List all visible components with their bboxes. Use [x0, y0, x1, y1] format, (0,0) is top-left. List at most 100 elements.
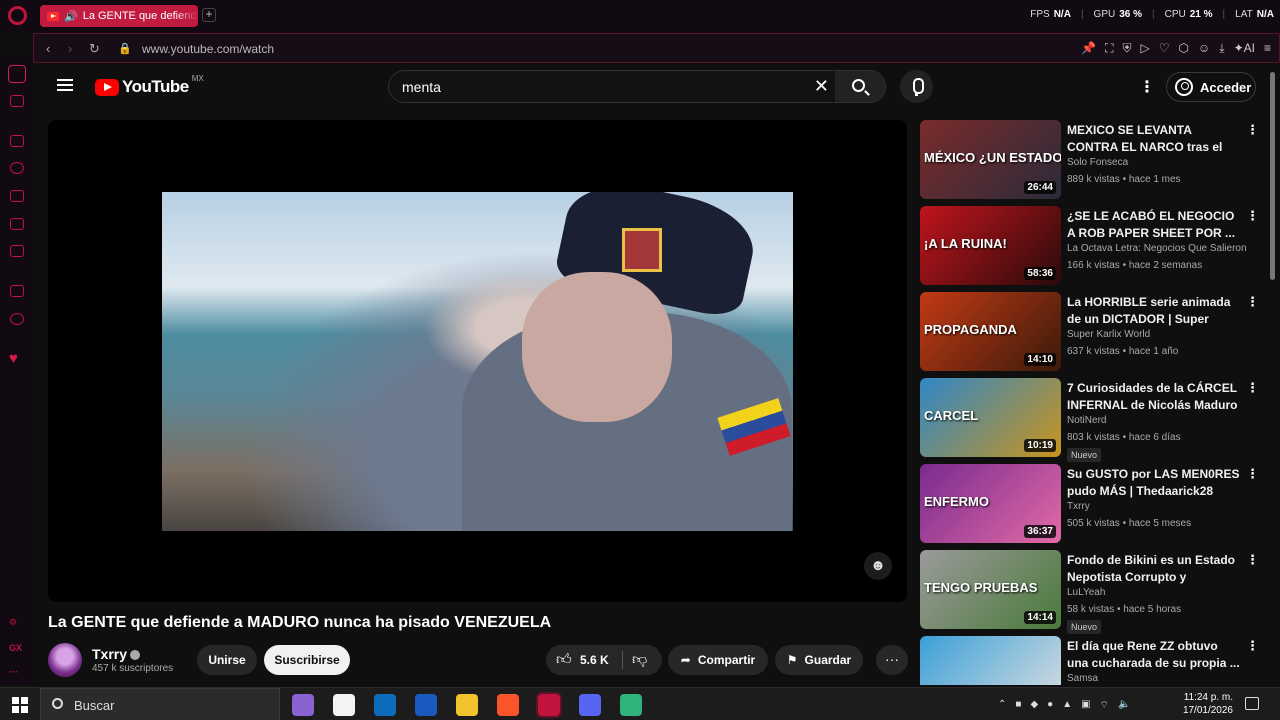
gamepad-icon[interactable] — [10, 95, 24, 107]
search-box[interactable]: menta ✕ — [388, 70, 886, 103]
recommendation-channel[interactable]: NotiNerd — [1067, 415, 1247, 426]
snapshot-icon[interactable]: ⛶ — [1105, 41, 1113, 56]
network-icon[interactable]: ⌔ — [1100, 699, 1109, 712]
mail-icon[interactable] — [10, 135, 24, 147]
new-tab-button[interactable]: + — [202, 8, 216, 22]
like-count[interactable]: 5.6 K — [580, 653, 609, 667]
taskbar-store-icon[interactable] — [333, 694, 355, 716]
gx-corner-label[interactable]: GX — [9, 643, 22, 653]
pin-icon[interactable]: 📌 — [1081, 41, 1096, 56]
tray-app-icon[interactable]: ● — [1047, 699, 1053, 712]
video-player[interactable]: ☻ — [48, 120, 907, 602]
download-icon[interactable]: ⤓ — [1219, 41, 1224, 56]
speaker-icon[interactable]: 🔊 — [64, 10, 78, 23]
like-icon[interactable]: 👍︎ — [556, 651, 572, 669]
recommendation-title[interactable]: El día que Rene ZZ obtuvo una cucharada … — [1067, 638, 1241, 672]
tray-app-icon[interactable]: ▲ — [1062, 699, 1072, 712]
reload-icon[interactable]: ↻ — [89, 41, 100, 57]
taskbar-copilot-icon[interactable] — [292, 694, 314, 716]
sidebar-more-icon[interactable]: ··· — [9, 667, 18, 677]
settings-kebab-icon[interactable]: ⋮ — [1139, 77, 1155, 97]
save-button[interactable]: ⚑ Guardar — [775, 645, 863, 675]
recommendation-channel[interactable]: Super Karlix World — [1067, 329, 1247, 340]
extensions-icon[interactable]: ⬡ — [1179, 41, 1189, 56]
forward-icon[interactable]: › — [68, 41, 72, 56]
recommendation-title[interactable]: Su GUSTO por LAS MEN0RES pudo MÁS | Thed… — [1067, 466, 1241, 500]
recommendation-menu-icon[interactable]: ⋮ — [1246, 380, 1259, 396]
ai-icon[interactable]: ✦AI — [1234, 41, 1255, 56]
opera-gx-logo-icon[interactable] — [8, 6, 27, 25]
recommendation-menu-icon[interactable]: ⋮ — [1246, 638, 1259, 654]
recommendation-card[interactable]: TENGO PRUEBAS 14:14 Fondo de Bikini es un … — [920, 550, 1260, 634]
recommendation-card[interactable]: El día que Rene ZZ obtuvo una cucharada … — [920, 636, 1260, 685]
url-field[interactable]: www.youtube.com/watch — [142, 42, 274, 56]
youtube-logo[interactable]: YouTube MX — [95, 74, 204, 97]
join-button[interactable]: Unirse — [197, 645, 257, 675]
video-thumbnail[interactable]: TENGO PRUEBAS 14:14 — [920, 550, 1061, 629]
taskbar-brave-icon[interactable] — [497, 694, 519, 716]
channel-name[interactable]: Txrry — [92, 646, 141, 662]
taskbar-word-icon[interactable] — [415, 694, 437, 716]
tray-app-icon[interactable]: ▣ — [1081, 699, 1090, 712]
deals-icon[interactable] — [10, 218, 24, 230]
recommendation-channel[interactable]: Txrry — [1067, 501, 1247, 512]
recommendation-title[interactable]: ¿SE LE ACABÓ EL NEGOCIO A ROB PAPER SHEE… — [1067, 208, 1241, 242]
recommendation-channel[interactable]: LuLYeah — [1067, 587, 1247, 598]
play-icon[interactable]: ▷ — [1141, 41, 1150, 56]
avatar[interactable] — [48, 643, 82, 677]
signin-button[interactable]: Acceder — [1166, 72, 1256, 102]
recommendation-title[interactable]: La HORRIBLE serie animada de un DICTADOR… — [1067, 294, 1241, 328]
recommendation-card[interactable]: PROPAGANDA 14:10 La HORRIBLE serie animada… — [920, 292, 1260, 372]
taskbar-clock[interactable]: 11:24 p. m. 17/01/2026 — [1175, 691, 1233, 717]
recommendation-channel[interactable]: Solo Fonseca — [1067, 157, 1247, 168]
favorites-heart-icon[interactable]: ♥ — [9, 350, 18, 367]
recommendation-title[interactable]: MEXICO SE LEVANTA CONTRA EL NARCO tras e… — [1067, 122, 1241, 156]
recommendation-menu-icon[interactable]: ⋮ — [1246, 552, 1259, 568]
video-thumbnail[interactable]: ENFERMO 36:37 — [920, 464, 1061, 543]
voice-search-button[interactable] — [900, 70, 933, 103]
tab-active[interactable]: 🔊 La GENTE que defiende — [40, 5, 198, 27]
windows-start-icon[interactable] — [12, 697, 28, 713]
recommendation-menu-icon[interactable]: ⋮ — [1246, 122, 1259, 138]
taskbar-explorer-icon[interactable] — [456, 694, 478, 716]
store-icon[interactable] — [10, 190, 24, 202]
tray-chevron-icon[interactable]: ⌃ — [998, 699, 1006, 712]
news-icon[interactable] — [10, 245, 24, 257]
taskbar-search[interactable]: Buscar — [40, 688, 280, 720]
recommendation-channel[interactable]: Samsa — [1067, 673, 1247, 684]
profile-icon[interactable]: ☺ — [1198, 41, 1210, 56]
search-input[interactable]: menta — [402, 79, 441, 95]
search-button[interactable] — [835, 71, 885, 102]
video-frame[interactable] — [162, 192, 793, 531]
taskbar-outlook-icon[interactable] — [374, 694, 396, 716]
video-thumbnail[interactable]: ¡A LA RUINA! 58:36 — [920, 206, 1061, 285]
recommendation-menu-icon[interactable]: ⋮ — [1246, 294, 1259, 310]
recommendation-card[interactable]: ¡A LA RUINA! 58:36 ¿SE LE ACABÓ EL NEGOCIO… — [920, 206, 1260, 286]
lock-icon[interactable]: 🔒 — [118, 42, 132, 55]
menu-icon[interactable]: ≡ — [1264, 41, 1271, 56]
recommendation-card[interactable]: ENFERMO 36:37 Su GUSTO por LAS MEN0RES pud… — [920, 464, 1260, 544]
video-thumbnail[interactable]: CARCEL 10:19 — [920, 378, 1061, 457]
heart-icon[interactable]: ♡ — [1159, 41, 1170, 56]
notifications-icon[interactable] — [1245, 697, 1259, 710]
tray-app-icon[interactable]: ◆ — [1030, 699, 1038, 712]
settings-icon[interactable]: ⚙ — [9, 617, 17, 628]
clear-search-icon[interactable]: ✕ — [814, 76, 829, 97]
taskbar-discord-icon[interactable] — [579, 694, 601, 716]
video-thumbnail[interactable]: PROPAGANDA 14:10 — [920, 292, 1061, 371]
recommendation-menu-icon[interactable]: ⋮ — [1246, 466, 1259, 482]
more-actions-button[interactable]: ··· — [876, 645, 908, 675]
twitch-icon[interactable] — [10, 285, 24, 297]
recommendation-title[interactable]: Fondo de Bikini es un Estado Nepotista C… — [1067, 552, 1241, 586]
recommendation-card[interactable]: CARCEL 10:19 7 Curiosidades de la CÁRCEL I… — [920, 378, 1260, 462]
whatsapp-icon[interactable] — [10, 313, 24, 325]
video-thumbnail[interactable]: MÉXICO ¿UN ESTADO FALL 26:44 — [920, 120, 1061, 199]
recommendation-title[interactable]: 7 Curiosidades de la CÁRCEL INFERNAL de … — [1067, 380, 1241, 414]
volume-icon[interactable]: 🔈 — [1118, 699, 1130, 712]
shield-icon[interactable]: ⛨ — [1123, 41, 1132, 56]
taskbar-app-icon[interactable] — [620, 694, 642, 716]
recommendation-channel[interactable]: La Octava Letra: Negocios Que Salieron .… — [1067, 243, 1247, 254]
guide-menu-icon[interactable] — [57, 79, 73, 91]
speed-icon[interactable] — [10, 162, 24, 174]
home-icon[interactable] — [8, 65, 26, 83]
